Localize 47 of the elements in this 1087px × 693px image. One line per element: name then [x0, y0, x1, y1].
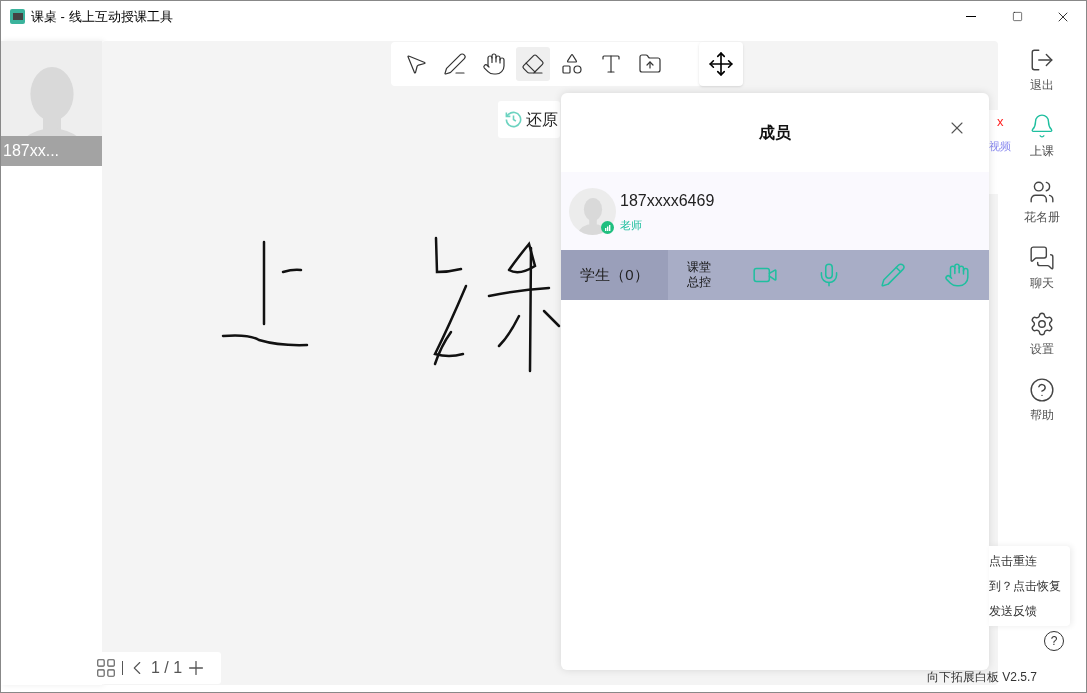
participant-name: 187xx... [3, 141, 60, 161]
text-icon [599, 52, 623, 76]
help-icon [1029, 377, 1055, 403]
bell-icon [1029, 113, 1055, 139]
maximize-icon [1011, 11, 1023, 22]
pen-icon [443, 52, 467, 76]
help-link[interactable]: 点击重连 [989, 552, 1070, 570]
sidebar-item[interactable]: 设置 [1012, 310, 1072, 376]
tool-button[interactable] [516, 47, 550, 81]
students-tab[interactable]: 学生（0） [561, 250, 668, 300]
chat-icon [1029, 245, 1055, 271]
signal-badge-icon [601, 220, 614, 234]
sidebar-item[interactable]: 花名册 [1012, 178, 1072, 244]
pencil-icon [880, 262, 906, 288]
teacher-row[interactable]: 187xxxx6469 老师 [561, 172, 989, 250]
window-title: 课桌 - 线上互动授课工具 [31, 7, 173, 26]
sidebar-item[interactable]: 退出 [1012, 46, 1072, 112]
users-icon [1029, 179, 1055, 205]
folder-upload-icon [638, 52, 662, 76]
settings-icon [1029, 311, 1055, 337]
close-mark[interactable]: x [997, 112, 1004, 132]
video-label: 视频 [989, 139, 1011, 154]
shapes-icon [560, 52, 584, 76]
move-button[interactable] [699, 42, 743, 86]
sidebar-item[interactable]: 聊天 [1012, 244, 1072, 310]
role-label: 老师 [620, 217, 643, 233]
minimize-icon [966, 16, 976, 17]
history-icon [504, 110, 523, 129]
select-icon [404, 52, 428, 76]
app-icon [10, 9, 25, 24]
hand-icon [482, 52, 506, 76]
sidebar-item[interactable]: 上课 [1012, 112, 1072, 178]
teacher-name: 187xxxx6469 [620, 190, 715, 211]
hand-icon [944, 262, 970, 288]
version-label: 向下拓展白板 V2.5.7 [927, 669, 1038, 686]
help-link[interactable]: 发送反馈 [989, 602, 1070, 620]
thumbnails-icon[interactable] [95, 657, 117, 679]
move-icon [708, 51, 734, 77]
page-indicator: 1 / 1 [151, 658, 183, 678]
sidebar-item[interactable]: 帮助 [1012, 376, 1072, 442]
class-control-label: 课堂总控 [687, 260, 712, 290]
eraser-icon [521, 52, 545, 76]
help-link[interactable]: 到？点击恢复 [989, 577, 1070, 595]
exit-icon [1029, 47, 1055, 73]
help-button[interactable]: ? [1044, 631, 1064, 651]
panel-title: 成员 [759, 122, 791, 143]
restore-button[interactable]: 还原 [498, 101, 560, 138]
